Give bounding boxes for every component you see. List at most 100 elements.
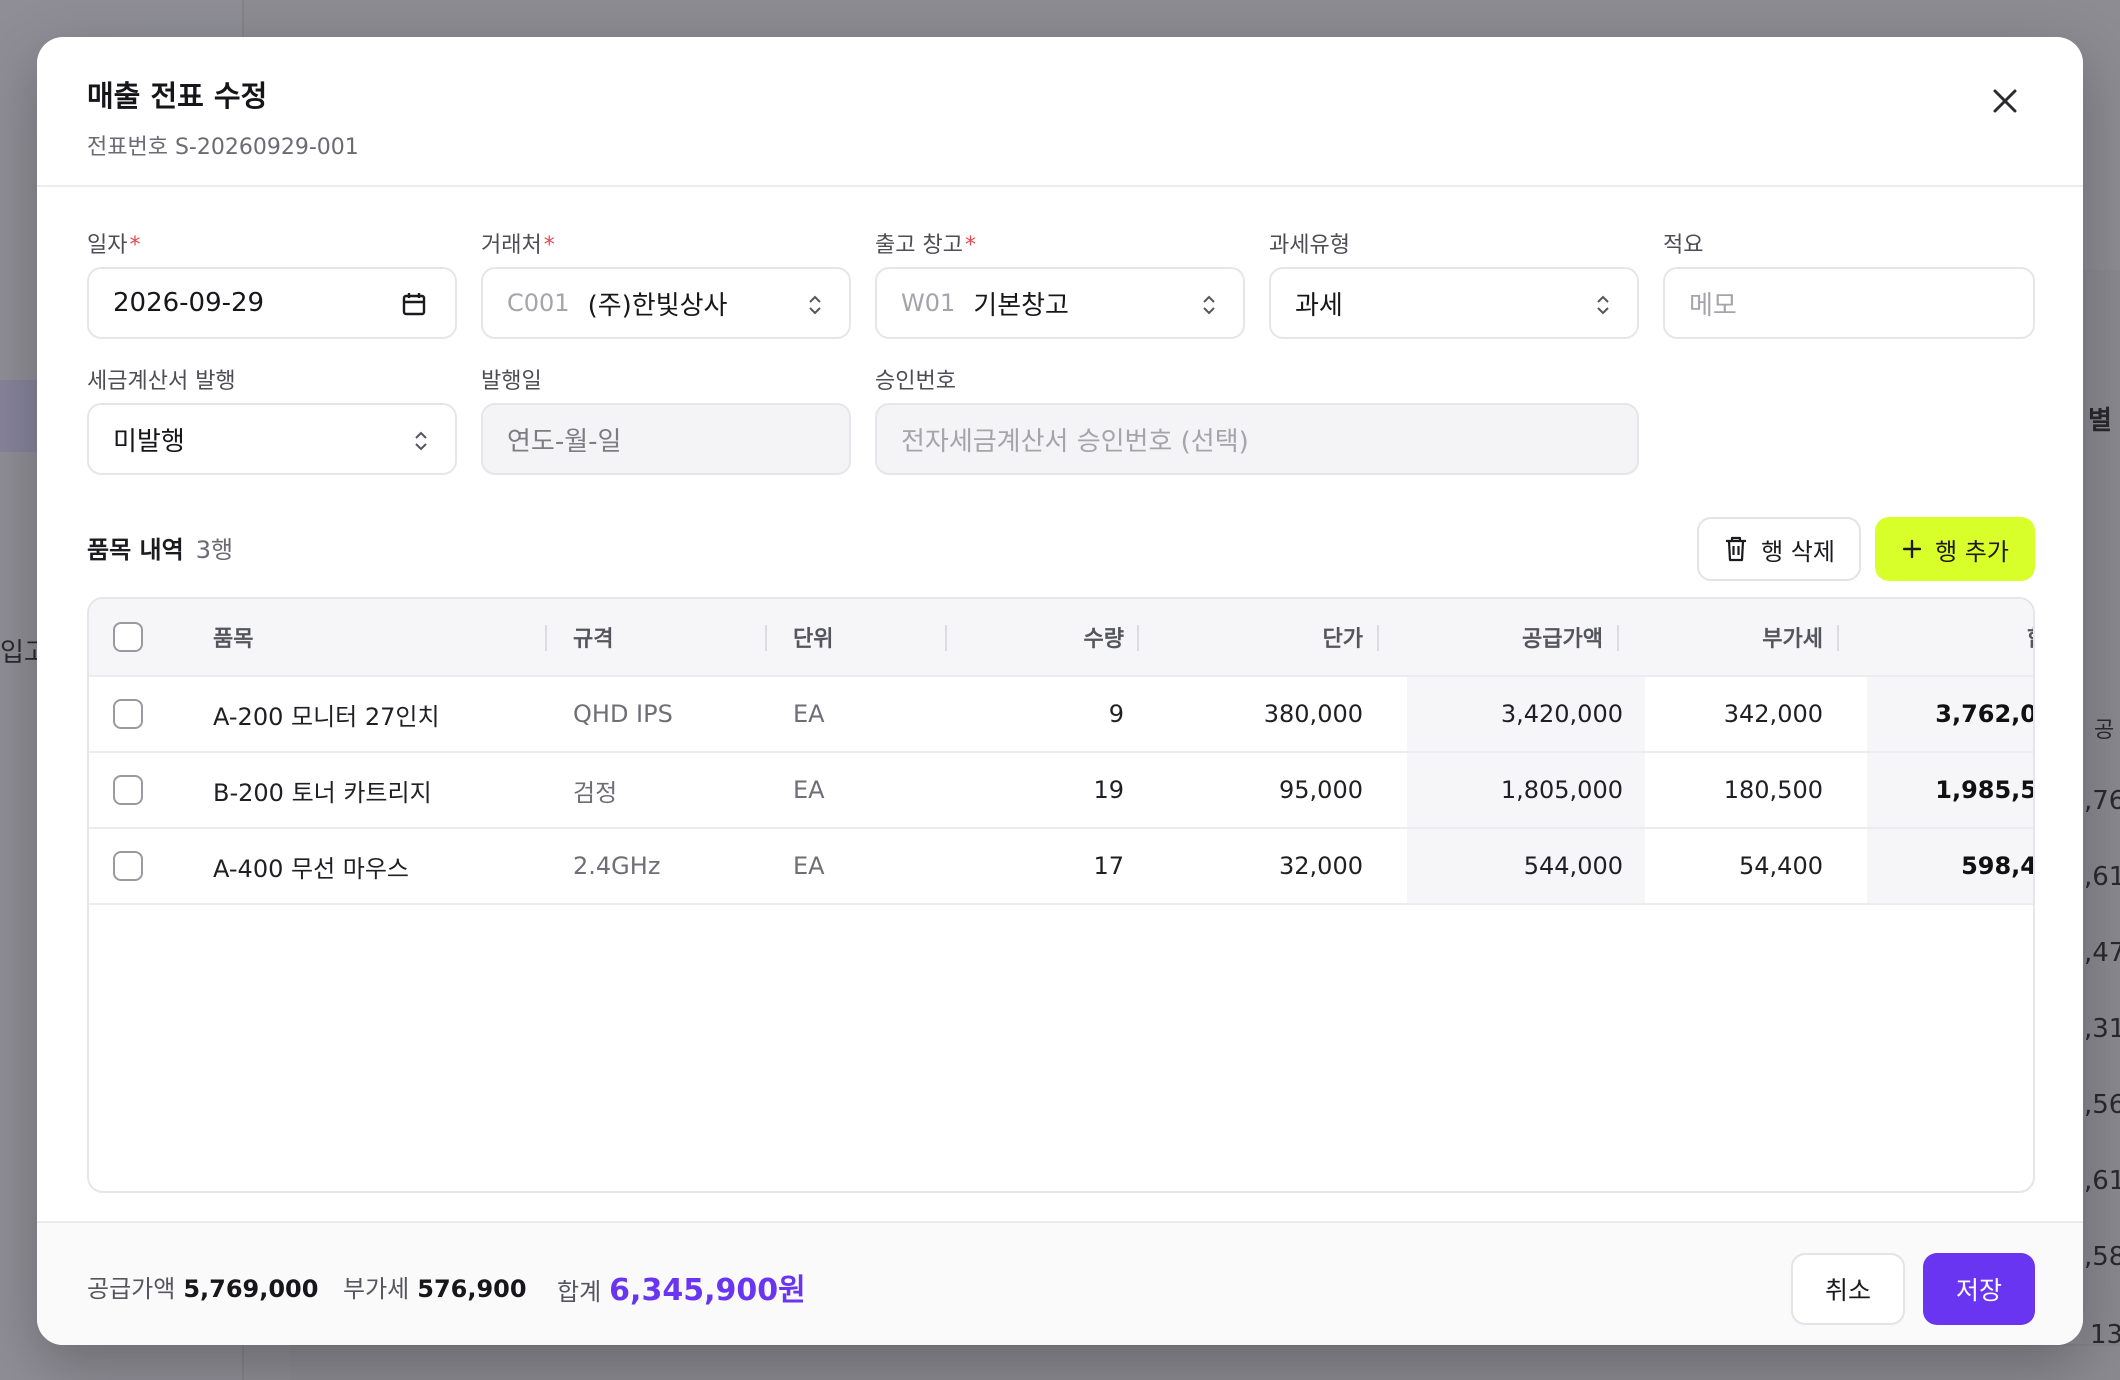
memo-input[interactable]: 메모 <box>1663 267 2035 339</box>
row-spec: 2.4GHz <box>573 852 661 880</box>
row-vat: 342,000 <box>1723 700 1823 728</box>
modal-title: 매출 전표 수정 <box>87 79 268 113</box>
memo-placeholder: 메모 <box>1689 290 1737 321</box>
row-spec: QHD IPS <box>573 700 673 728</box>
background-right-value: 공 <box>2094 718 2115 743</box>
customer-select[interactable]: C001 (주)한빛상사 <box>481 267 851 339</box>
items-count: 3행 <box>195 536 234 564</box>
invoice-label: 세금계산서 발행 <box>87 369 236 394</box>
required-mark: * <box>964 233 976 258</box>
date-label: 일자 <box>87 233 128 258</box>
plus-icon <box>1902 539 1922 559</box>
row-vat: 54,400 <box>1739 852 1823 880</box>
chevron-up-down-icon <box>809 295 821 315</box>
warehouse-code: W01 <box>901 289 956 317</box>
approval-label: 승인번호 <box>875 369 956 394</box>
approval-placeholder: 전자세금계산서 승인번호 (선택) <box>901 426 1249 457</box>
tax-type-select[interactable]: 과세 <box>1269 267 1639 339</box>
date-value: 2026-09-29 <box>113 288 265 318</box>
required-mark: * <box>543 233 555 258</box>
background-right-label: 별 <box>2088 406 2112 436</box>
customer-value: (주)한빛상사 <box>587 290 728 321</box>
add-row-button[interactable]: 행 추가 <box>1875 517 2035 581</box>
issue-date-placeholder: 연도-월-일 <box>507 426 622 457</box>
warehouse-value: 기본창고 <box>973 290 1069 321</box>
calendar-icon[interactable] <box>401 291 427 317</box>
delete-row-button[interactable]: 행 삭제 <box>1697 517 1861 581</box>
background-right-value: ,58 <box>2084 1242 2120 1272</box>
row-unit: EA <box>793 852 825 880</box>
row-qty[interactable]: 9 <box>969 677 1124 751</box>
slip-number: 전표번호 S-20260929-001 <box>87 135 359 160</box>
row-price[interactable]: 32,000 <box>1149 829 1363 903</box>
header-price: 단가 <box>1322 627 1363 652</box>
issue-date-input[interactable]: 연도-월-일 <box>481 403 851 475</box>
background-right-value: ,56 <box>2084 1090 2120 1120</box>
approval-field: 승인번호 전자세금계산서 승인번호 (선택) <box>875 363 1639 475</box>
tax-type-value: 과세 <box>1295 290 1343 321</box>
customer-field: 거래처* C001 (주)한빛상사 <box>481 227 851 339</box>
vat-summary: 부가세 576,900 <box>343 1269 527 1304</box>
row-checkbox[interactable] <box>113 775 143 805</box>
table-header: 품목 규격 단위 수량 단가 공급가액 부가세 합 <box>89 599 2033 677</box>
row-checkbox[interactable] <box>113 851 143 881</box>
warehouse-select[interactable]: W01 기본창고 <box>875 267 1245 339</box>
row-checkbox[interactable] <box>113 699 143 729</box>
invoice-value: 미발행 <box>113 426 185 457</box>
save-button[interactable]: 저장 <box>1923 1253 2035 1325</box>
background-right-value: ,47 <box>2084 938 2120 968</box>
trash-icon <box>1726 536 1747 562</box>
select-all-checkbox[interactable] <box>113 622 143 652</box>
header-vat: 부가세 <box>1762 627 1823 652</box>
date-input[interactable]: 2026-09-29 <box>87 267 457 339</box>
row-unit: EA <box>793 700 825 728</box>
issue-date-field: 발행일 연도-월-일 <box>481 363 851 475</box>
header-qty: 수량 <box>1083 627 1124 652</box>
background-right-value: 13 <box>2090 1320 2120 1350</box>
row-vat: 180,500 <box>1723 776 1823 804</box>
table-row[interactable]: A-400 무선 마우스 2.4GHz EA 17 32,000 544,000… <box>89 829 2033 905</box>
delete-row-label: 행 삭제 <box>1761 537 1835 566</box>
customer-code: C001 <box>507 289 570 317</box>
vat-summary-label: 부가세 <box>343 1275 410 1303</box>
edit-sales-slip-modal: 매출 전표 수정 전표번호 S-20260929-001 일자* 2026-09… <box>37 37 2083 1345</box>
chevron-up-down-icon <box>415 431 427 451</box>
warehouse-label: 출고 창고 <box>875 233 963 258</box>
chevron-up-down-icon <box>1203 295 1215 315</box>
approval-input[interactable]: 전자세금계산서 승인번호 (선택) <box>875 403 1639 475</box>
chevron-up-down-icon <box>1597 295 1609 315</box>
row-total: 1,985,5 <box>1867 753 2033 827</box>
row-qty[interactable]: 17 <box>969 829 1124 903</box>
vat-summary-value: 576,900 <box>417 1275 527 1303</box>
header-supply: 공급가액 <box>1522 627 1603 652</box>
required-mark: * <box>129 233 141 258</box>
row-item: A-200 모니터 27인치 <box>213 702 440 731</box>
table-row[interactable]: B-200 토너 카트리지 검정 EA 19 95,000 1,805,000 … <box>89 753 2033 829</box>
invoice-select[interactable]: 미발행 <box>87 403 457 475</box>
header-unit: 단위 <box>793 627 834 652</box>
row-price[interactable]: 95,000 <box>1149 753 1363 827</box>
table-row[interactable]: A-200 모니터 27인치 QHD IPS EA 9 380,000 3,42… <box>89 677 2033 753</box>
supply-summary-label: 공급가액 <box>87 1275 176 1303</box>
row-qty[interactable]: 19 <box>969 753 1124 827</box>
warehouse-field: 출고 창고* W01 기본창고 <box>875 227 1245 339</box>
modal-header: 매출 전표 수정 전표번호 S-20260929-001 <box>37 37 2083 187</box>
row-supply: 3,420,000 <box>1407 677 1645 751</box>
background-right-value: ,61 <box>2084 1166 2120 1196</box>
background-right-value: ,31 <box>2084 1014 2120 1044</box>
total-summary: 합계 6,345,900원 <box>557 1265 806 1309</box>
memo-label: 적요 <box>1663 233 1704 258</box>
row-item: B-200 토너 카트리지 <box>213 778 432 807</box>
cancel-button[interactable]: 취소 <box>1791 1253 1905 1325</box>
row-price[interactable]: 380,000 <box>1149 677 1363 751</box>
row-supply: 544,000 <box>1407 829 1645 903</box>
row-total: 598,4 <box>1867 829 2033 903</box>
supply-summary: 공급가액 5,769,000 <box>87 1269 318 1304</box>
items-section-title: 품목 내역 3행 <box>87 530 233 565</box>
background-right-value: ,61 <box>2084 862 2120 892</box>
add-row-label: 행 추가 <box>1935 537 2009 566</box>
row-unit: EA <box>793 776 825 804</box>
memo-field: 적요 메모 <box>1663 227 2035 339</box>
close-icon[interactable] <box>1985 81 2025 121</box>
customer-label: 거래처 <box>481 233 542 258</box>
